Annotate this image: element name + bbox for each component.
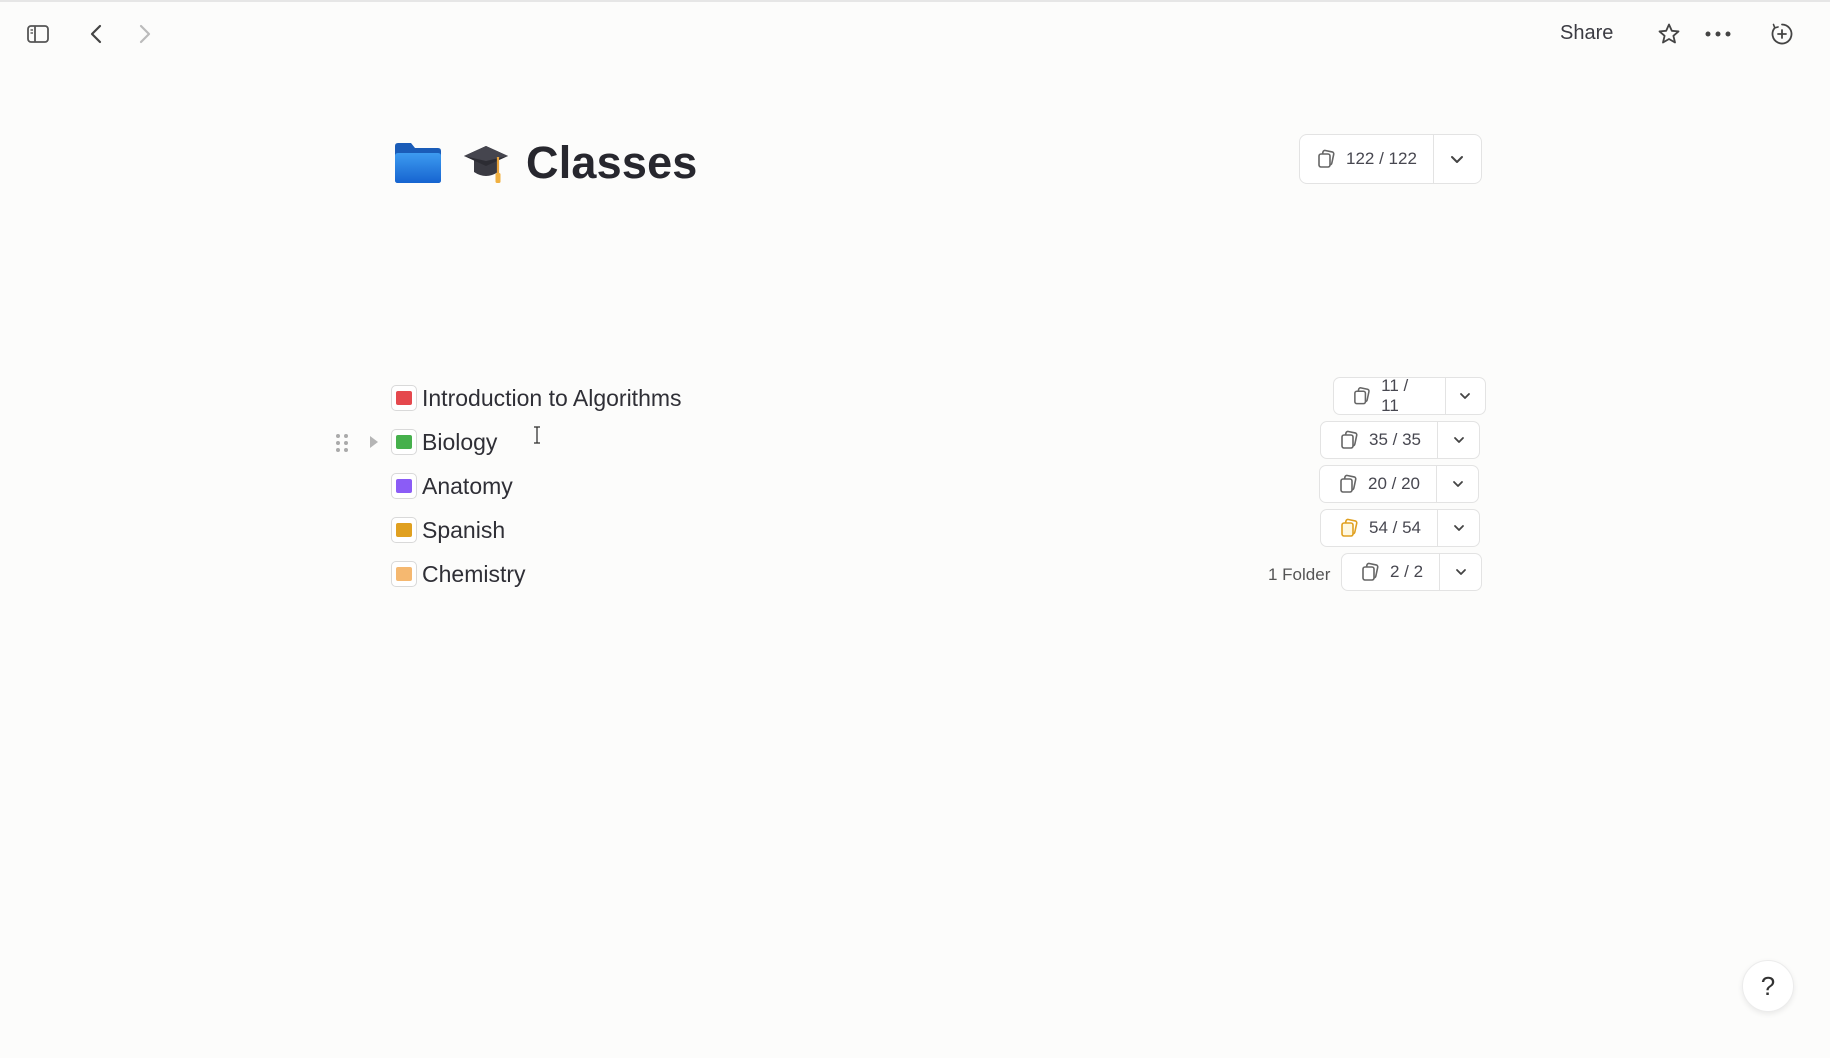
folder-card-count: 35 / 35 <box>1369 430 1421 449</box>
folder-card-count-control: 35 / 35 <box>1320 421 1480 459</box>
graduation-cap-icon <box>462 140 510 186</box>
folder-color-icon <box>391 473 417 499</box>
folder-card-count-button[interactable]: 35 / 35 <box>1321 422 1437 458</box>
folder-name[interactable]: Introduction to Algorithms <box>422 385 682 412</box>
folder-card-count-button[interactable]: 11 / 11 <box>1334 376 1445 415</box>
new-item-icon[interactable] <box>1762 16 1802 52</box>
text-cursor-icon <box>532 425 542 445</box>
folder-card-count-button[interactable]: 2 / 2 <box>1342 554 1439 590</box>
page-card-count: 122 / 122 <box>1346 149 1417 168</box>
drag-handle-icon[interactable] <box>330 431 354 455</box>
folder-icon <box>392 140 444 186</box>
folder-card-count: 11 / 11 <box>1381 376 1409 415</box>
cards-icon <box>1318 149 1335 168</box>
help-button[interactable]: ? <box>1742 960 1794 1012</box>
subfolder-count: 1 Folder <box>1268 565 1331 584</box>
cards-icon <box>1340 474 1357 493</box>
folder-card-count-control: 20 / 20 <box>1319 465 1479 503</box>
forward-arrow-icon[interactable] <box>125 16 165 52</box>
cards-icon <box>1362 562 1379 581</box>
sidebar-toggle-icon[interactable] <box>18 16 58 52</box>
chevron-down-icon[interactable] <box>1436 466 1478 502</box>
folder-name[interactable]: Biology <box>422 429 497 456</box>
folder-card-count-button[interactable]: 54 / 54 <box>1321 510 1437 546</box>
chevron-down-icon[interactable] <box>1437 422 1479 458</box>
folder-card-count-control: 54 / 54 <box>1320 509 1480 547</box>
cards-icon <box>1354 387 1370 405</box>
folder-color-icon <box>391 561 417 587</box>
folder-color-icon <box>391 429 417 455</box>
folder-name[interactable]: Anatomy <box>422 473 513 500</box>
folder-card-count-control: 11 / 11 <box>1333 376 1486 415</box>
cards-icon <box>1341 518 1358 537</box>
folder-name[interactable]: Spanish <box>422 517 505 544</box>
folder-card-count-control: 2 / 2 <box>1341 553 1483 591</box>
page-header: Classes <box>392 130 698 196</box>
back-arrow-icon[interactable] <box>76 16 116 52</box>
star-icon[interactable] <box>1649 16 1689 52</box>
chevron-down-icon[interactable] <box>1437 510 1479 546</box>
folder-name[interactable]: Chemistry <box>422 561 526 588</box>
folder-card-count: 20 / 20 <box>1368 474 1420 493</box>
expand-triangle-icon[interactable] <box>366 433 382 451</box>
folder-row[interactable]: Biology 35 / 35 <box>330 421 1486 463</box>
page-card-count-button[interactable]: 122 / 122 <box>1300 135 1433 183</box>
folder-card-count-button[interactable]: 20 / 20 <box>1320 466 1436 502</box>
folder-card-count: 54 / 54 <box>1369 518 1421 537</box>
folder-row[interactable]: Chemistry 1 Folder 2 / 2 <box>330 553 1486 595</box>
page-card-count-control: 122 / 122 <box>1299 134 1482 184</box>
chevron-down-icon[interactable] <box>1432 135 1481 183</box>
top-bar: Share <box>0 2 1830 64</box>
folder-color-icon <box>391 385 417 411</box>
share-button[interactable]: Share <box>1560 22 1613 45</box>
folder-row[interactable]: Anatomy 20 / 20 <box>330 465 1486 507</box>
folder-row[interactable]: Spanish 54 / 54 <box>330 509 1486 551</box>
chevron-down-icon[interactable] <box>1444 378 1485 414</box>
chevron-down-icon[interactable] <box>1439 554 1481 590</box>
folder-row[interactable]: Introduction to Algorithms 11 / 11 <box>330 376 1486 419</box>
folder-color-icon <box>391 517 417 543</box>
cards-icon <box>1341 430 1358 449</box>
more-icon[interactable] <box>1698 16 1738 52</box>
page-title: Classes <box>526 137 698 188</box>
folder-card-count: 2 / 2 <box>1390 562 1424 581</box>
